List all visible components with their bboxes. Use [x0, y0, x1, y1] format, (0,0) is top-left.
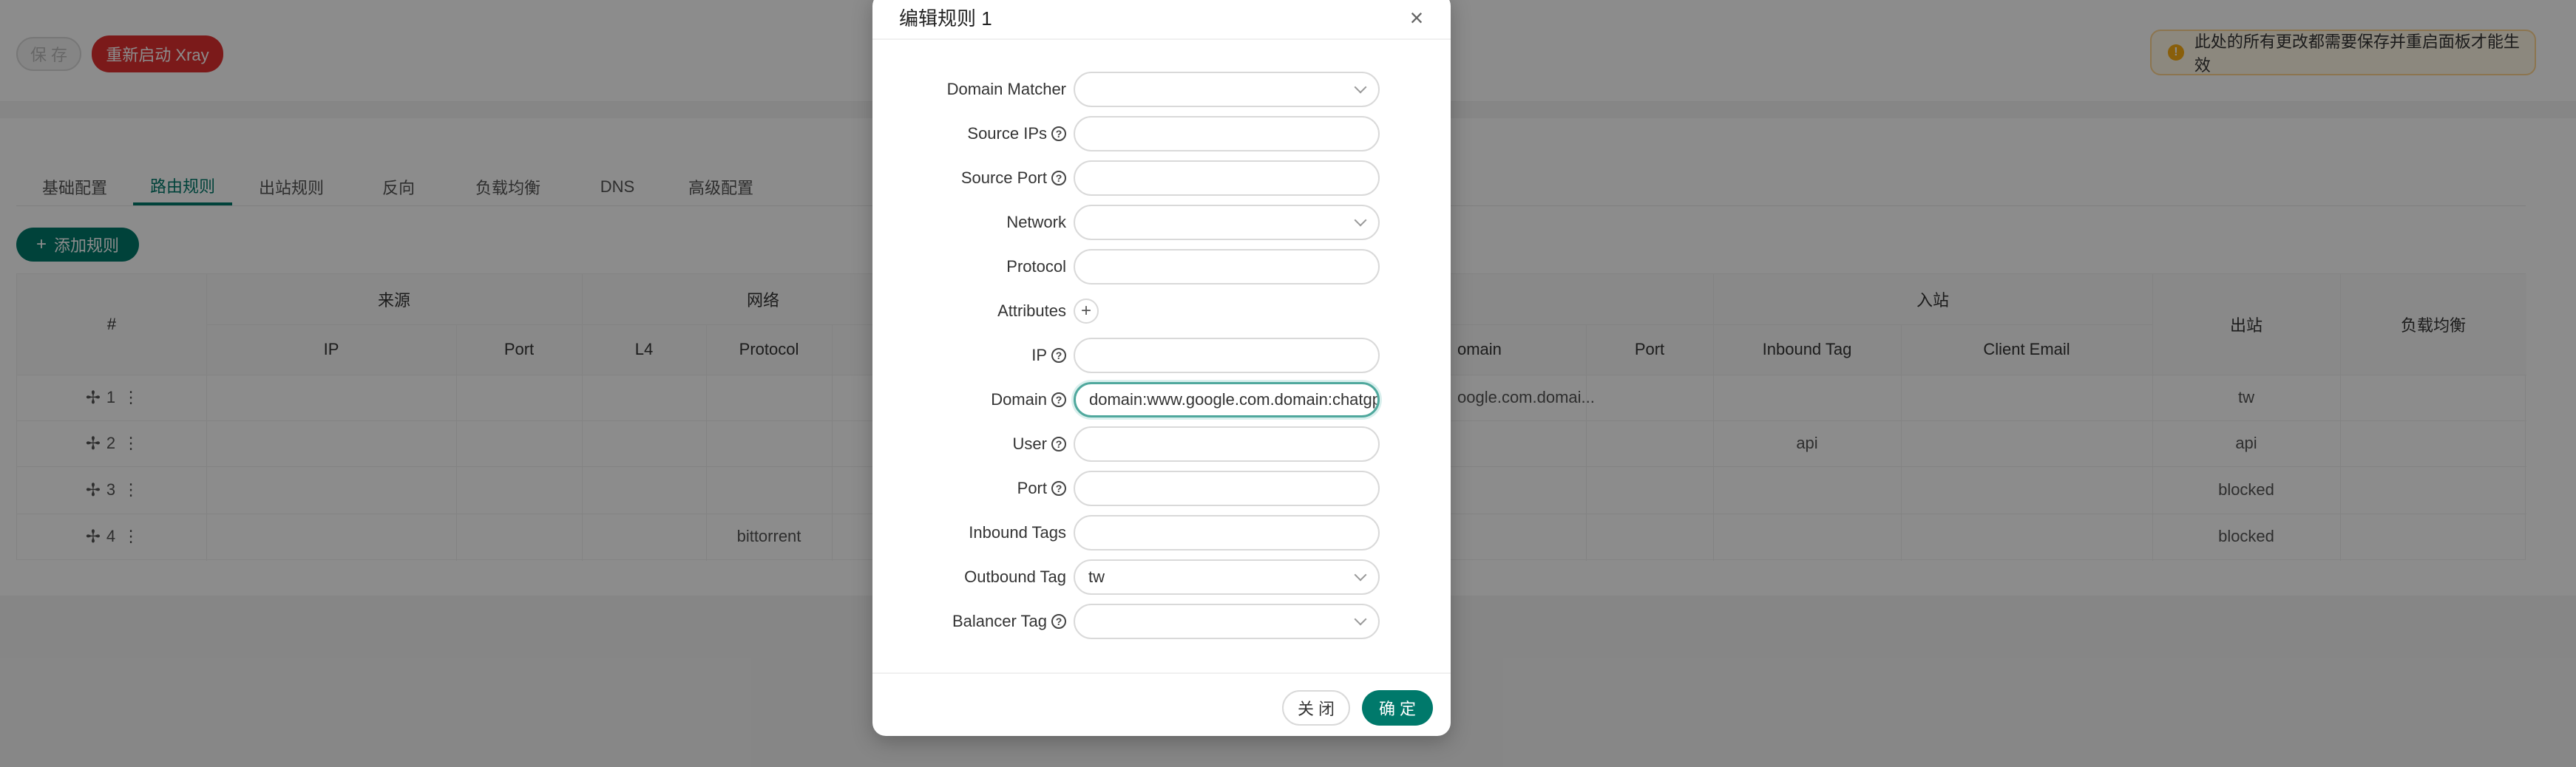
form-row-inbound-tags: Inbound Tags	[872, 514, 1451, 551]
form-row-domain-matcher: Domain Matcher	[872, 71, 1451, 108]
modal-title: 编辑规则 1	[899, 7, 992, 30]
form-row-network: Network	[872, 204, 1451, 241]
source-port-label: Source Port?	[961, 160, 1066, 197]
attributes-label: Attributes	[997, 301, 1066, 320]
network-label: Network	[1006, 213, 1066, 231]
port-label: Port?	[1017, 470, 1066, 507]
chevron-down-icon	[1354, 613, 1367, 626]
ip-input[interactable]	[1074, 338, 1380, 373]
modal-footer: 关 闭 确 定	[872, 672, 1451, 736]
source-ips-label: Source IPs?	[967, 115, 1066, 152]
protocol-input[interactable]	[1074, 249, 1380, 284]
close-button[interactable]: 关 闭	[1282, 690, 1350, 726]
network-select[interactable]	[1074, 205, 1380, 240]
form-row-domain: Domain? domain:www.google.com.domain:cha…	[872, 381, 1451, 418]
add-attribute-icon[interactable]: +	[1074, 299, 1099, 324]
port-input[interactable]	[1074, 471, 1380, 506]
modal-header: 编辑规则 1 ×	[872, 0, 1451, 40]
inbound-tags-select[interactable]	[1074, 515, 1380, 550]
help-icon[interactable]: ?	[1051, 481, 1066, 496]
user-input[interactable]	[1074, 426, 1380, 462]
edit-rule-modal: 编辑规则 1 × Domain Matcher Source IPs? Sour…	[872, 0, 1451, 736]
outbound-tag-select[interactable]: tw	[1074, 559, 1380, 595]
form-row-balancer-tag: Balancer Tag?	[872, 603, 1451, 640]
inbound-tags-label: Inbound Tags	[969, 523, 1066, 542]
source-ips-input[interactable]	[1074, 116, 1380, 151]
form-row-source-port: Source Port?	[872, 160, 1451, 197]
form-row-port: Port?	[872, 470, 1451, 507]
form-row-ip: IP?	[872, 337, 1451, 374]
outbound-tag-label: Outbound Tag	[964, 567, 1066, 586]
help-icon[interactable]: ?	[1051, 348, 1066, 363]
source-port-input[interactable]	[1074, 160, 1380, 196]
form-row-user: User?	[872, 426, 1451, 463]
form-row-protocol: Protocol	[872, 248, 1451, 285]
balancer-tag-label: Balancer Tag?	[952, 603, 1066, 640]
user-label: User?	[1013, 426, 1066, 463]
chevron-down-icon	[1354, 568, 1367, 582]
form-row-attributes: Attributes +	[872, 293, 1451, 330]
help-icon[interactable]: ?	[1051, 437, 1066, 451]
form-row-source-ips: Source IPs?	[872, 115, 1451, 152]
protocol-label: Protocol	[1006, 257, 1066, 276]
domain-matcher-label: Domain Matcher	[946, 80, 1066, 98]
domain-matcher-select[interactable]	[1074, 72, 1380, 107]
chevron-down-icon	[1354, 214, 1367, 227]
help-icon[interactable]: ?	[1051, 614, 1066, 629]
close-icon[interactable]: ×	[1403, 4, 1430, 31]
confirm-button[interactable]: 确 定	[1362, 690, 1433, 726]
help-icon[interactable]: ?	[1051, 171, 1066, 185]
chevron-down-icon	[1354, 81, 1367, 94]
ip-label: IP?	[1031, 337, 1066, 374]
domain-input[interactable]: domain:www.google.com.domain:chatgp	[1074, 382, 1380, 417]
help-icon[interactable]: ?	[1051, 392, 1066, 407]
form-row-outbound-tag: Outbound Tag tw	[872, 559, 1451, 596]
domain-label: Domain?	[991, 381, 1066, 418]
balancer-tag-select[interactable]	[1074, 604, 1380, 639]
help-icon[interactable]: ?	[1051, 126, 1066, 141]
